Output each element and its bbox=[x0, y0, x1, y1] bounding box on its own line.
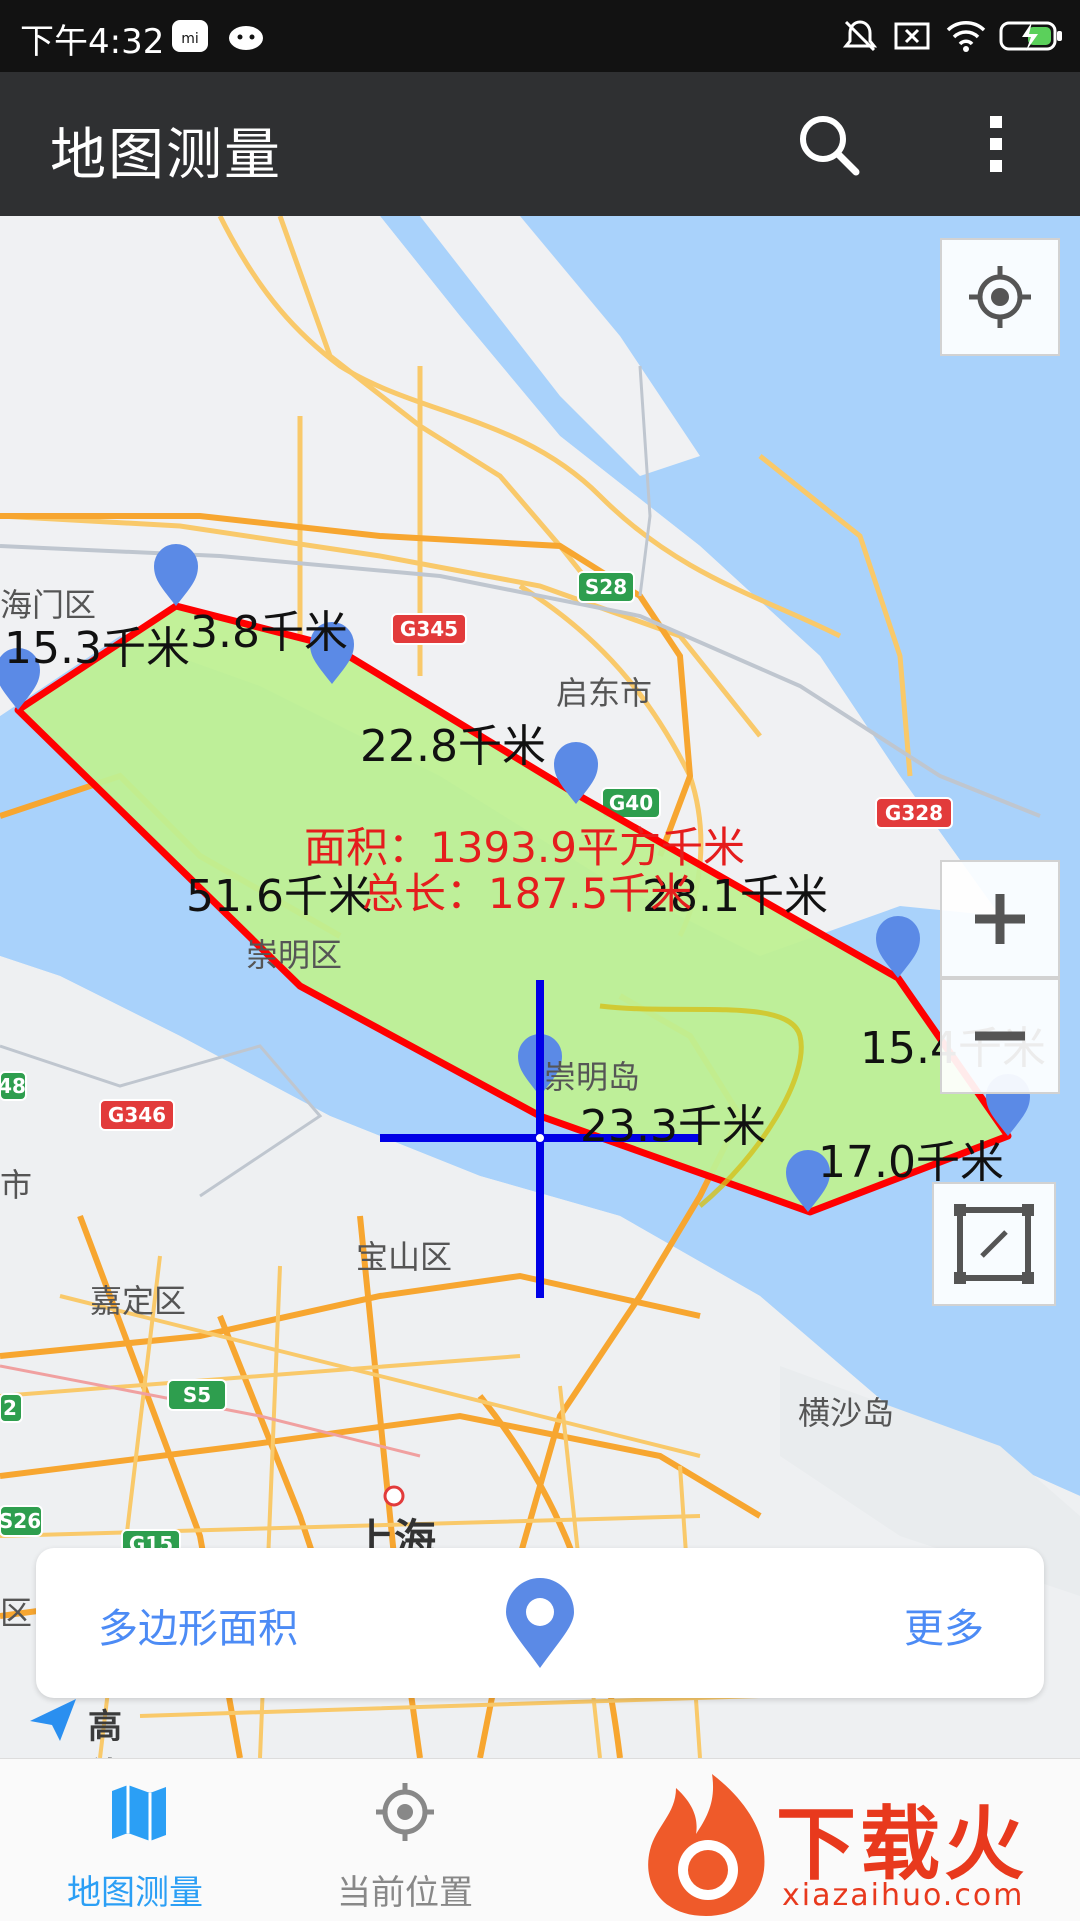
battery-charging-icon bbox=[999, 21, 1062, 51]
shield-g345: G345 bbox=[400, 617, 458, 641]
measure-panel: 多边形面积 更多 bbox=[36, 1548, 1044, 1698]
label-jiading: 嘉定区 bbox=[90, 1282, 187, 1320]
add-point-pin-icon[interactable] bbox=[502, 1578, 578, 1670]
zoom-out-button[interactable] bbox=[940, 978, 1060, 1094]
label-district-edge: 区 bbox=[0, 1594, 33, 1632]
total-length-readout: 总长：187.5千米 bbox=[362, 869, 693, 918]
status-time: 下午4:32 bbox=[20, 22, 165, 62]
mute-icon bbox=[842, 20, 878, 52]
segment-distance: 15.3千米 bbox=[4, 623, 190, 674]
wifi-icon bbox=[946, 21, 986, 52]
cat-app-icon bbox=[229, 26, 263, 50]
locate-button[interactable] bbox=[940, 238, 1060, 356]
svg-text:mi: mi bbox=[181, 31, 199, 47]
more-vert-icon[interactable] bbox=[960, 108, 1032, 180]
map-canvas: S28 G345 G40 G328 G346 S5 S26 G15 48 2 bbox=[0, 216, 1080, 1758]
shield-s28: S28 bbox=[585, 575, 627, 599]
amap-logo-icon bbox=[30, 1699, 76, 1741]
shield-g40: G40 bbox=[609, 791, 653, 815]
city-marker bbox=[383, 1485, 405, 1507]
shield-2: 2 bbox=[3, 1396, 17, 1420]
minus-icon bbox=[975, 1031, 1025, 1041]
shield-s26: S26 bbox=[0, 1509, 41, 1533]
zoom-in-button[interactable] bbox=[940, 860, 1060, 978]
segment-distance: 17.0千米 bbox=[818, 1137, 1004, 1188]
tab-label: 地图测量 bbox=[67, 1873, 203, 1913]
plus-icon bbox=[975, 894, 1025, 944]
mi-app-icon: mi bbox=[172, 20, 208, 52]
map-icon bbox=[112, 1785, 166, 1841]
watermark-logo: 下载火 xiazaihuo.com bbox=[636, 1770, 1080, 1920]
locate-icon bbox=[969, 266, 1031, 328]
segment-distance: 3.8千米 bbox=[190, 607, 348, 658]
shield-s5: S5 bbox=[183, 1383, 211, 1407]
shield-g328: G328 bbox=[885, 801, 943, 825]
location-target-icon bbox=[376, 1783, 434, 1841]
watermark-url: xiazaihuo.com bbox=[782, 1878, 1025, 1913]
label-city-edge: 市 bbox=[0, 1166, 33, 1204]
label-hengsha: 横沙岛 bbox=[798, 1394, 895, 1432]
segment-distance: 22.8千米 bbox=[360, 721, 546, 772]
status-bar: 下午4:32 mi bbox=[0, 0, 1080, 72]
app-bar: 地图测量 bbox=[0, 72, 1080, 216]
amap-attribution: 高德地图 bbox=[26, 1695, 122, 1894]
polygon-area-button[interactable]: 多边形面积 bbox=[98, 1596, 298, 1654]
page-title: 地图测量 bbox=[50, 123, 282, 188]
label-qidong: 启东市 bbox=[556, 674, 653, 712]
flame-logo-icon bbox=[648, 1774, 765, 1916]
fit-polygon-button[interactable] bbox=[932, 1182, 1056, 1306]
segment-distance: 23.3千米 bbox=[580, 1101, 766, 1152]
label-chongming-district: 崇明区 bbox=[246, 936, 343, 974]
tab-map-measure[interactable]: 地图测量 bbox=[10, 1759, 260, 1921]
shield-48: 48 bbox=[0, 1074, 26, 1098]
crop-frame-icon bbox=[954, 1204, 1034, 1284]
tab-current-location[interactable]: 当前位置 bbox=[280, 1759, 530, 1921]
sim-x-icon bbox=[894, 22, 930, 50]
tab-label: 当前位置 bbox=[337, 1873, 473, 1913]
search-icon[interactable] bbox=[792, 108, 864, 180]
label-baoshan: 宝山区 bbox=[356, 1238, 453, 1276]
map-view[interactable]: S28 G345 G40 G328 G346 S5 S26 G15 48 2 海… bbox=[0, 216, 1080, 1758]
shield-g346: G346 bbox=[108, 1103, 166, 1127]
more-button[interactable]: 更多 bbox=[904, 1596, 984, 1654]
